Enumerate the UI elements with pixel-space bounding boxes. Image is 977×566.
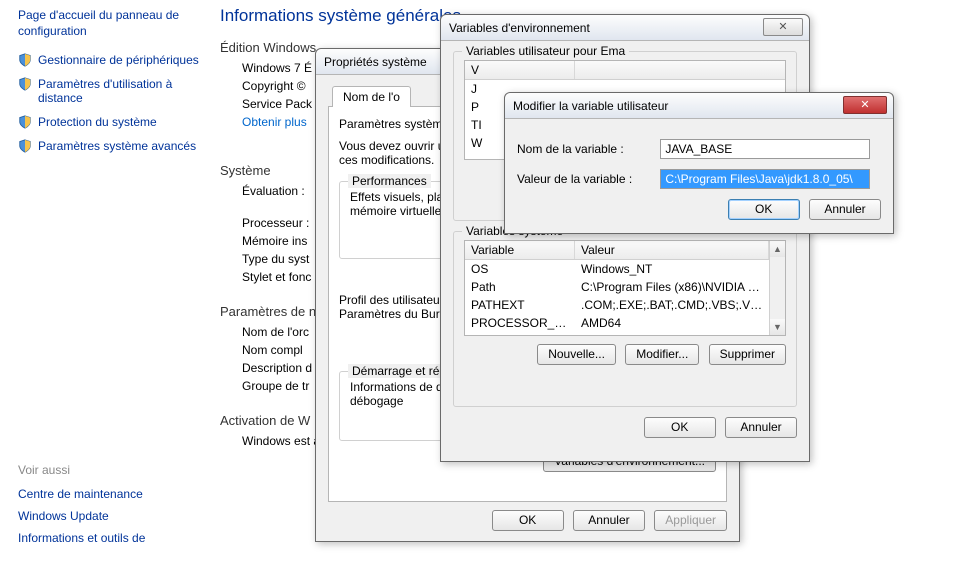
dialog-titlebar[interactable]: Variables d'environnement ✕	[441, 15, 809, 41]
var-value-label: Valeur de la variable :	[517, 172, 657, 186]
user-vars-legend: Variables utilisateur pour Ema	[462, 44, 629, 58]
delete-button[interactable]: Supprimer	[709, 344, 786, 365]
edit-button[interactable]: Modifier...	[625, 344, 699, 365]
sidebar-item-remote[interactable]: Paramètres d'utilisation à distance	[18, 77, 200, 105]
apply-button[interactable]: Appliquer	[654, 510, 727, 531]
sidebar-item-label: Protection du système	[38, 115, 157, 129]
sidebar-item-protection[interactable]: Protection du système	[18, 115, 200, 129]
seealso-maintenance[interactable]: Centre de maintenance	[18, 487, 200, 501]
scroll-up-icon[interactable]: ▲	[770, 241, 785, 257]
edit-variable-dialog: Modifier la variable utilisateur ✕ Nom d…	[504, 92, 894, 234]
ok-button[interactable]: OK	[728, 199, 800, 220]
ok-button[interactable]: OK	[492, 510, 564, 531]
env-vars-dialog: Variables d'environnement ✕ Variables ut…	[440, 14, 810, 462]
shield-icon	[18, 77, 32, 91]
dialog-title: Variables d'environnement	[449, 21, 590, 35]
sidebar-item-label: Gestionnaire de périphériques	[38, 53, 199, 67]
col-header-variable[interactable]: Variable	[465, 241, 575, 259]
close-icon[interactable]: ✕	[763, 18, 803, 36]
sidebar-item-label: Paramètres d'utilisation à distance	[38, 77, 200, 105]
table-row[interactable]: PathC:\Program Files (x86)\NVIDIA Corpor…	[465, 278, 769, 296]
col-header-value[interactable]: Valeur	[575, 241, 769, 259]
scrollbar[interactable]: ▲ ▼	[769, 241, 785, 335]
ok-button[interactable]: OK	[644, 417, 716, 438]
var-value-input[interactable]	[660, 169, 870, 189]
cancel-button[interactable]: Annuler	[809, 199, 881, 220]
tab-computer-name[interactable]: Nom de l'o	[332, 86, 411, 107]
dialog-title: Propriétés système	[324, 55, 427, 69]
dialog-title: Modifier la variable utilisateur	[513, 99, 668, 113]
seealso-tools[interactable]: Informations et outils de	[18, 531, 200, 545]
sidebar-item-device-manager[interactable]: Gestionnaire de périphériques	[18, 53, 200, 67]
control-panel-home-link[interactable]: Page d'accueil du panneau de configurati…	[18, 8, 200, 39]
control-panel-sidebar: Page d'accueil du panneau de configurati…	[0, 0, 210, 566]
shield-icon	[18, 139, 32, 153]
scroll-down-icon[interactable]: ▼	[770, 319, 785, 335]
dialog-titlebar[interactable]: Modifier la variable utilisateur ✕	[505, 93, 893, 119]
close-icon[interactable]: ✕	[843, 96, 887, 114]
table-row[interactable]: PROCESSOR_A...AMD64	[465, 314, 769, 332]
col-header-variable[interactable]: V	[465, 61, 575, 79]
see-also-heading: Voir aussi	[18, 463, 200, 477]
performance-group-legend: Performances	[348, 174, 431, 188]
system-vars-listview[interactable]: Variable Valeur OSWindows_NT PathC:\Prog…	[464, 240, 786, 336]
var-name-input[interactable]	[660, 139, 870, 159]
shield-icon	[18, 53, 32, 67]
cancel-button[interactable]: Annuler	[573, 510, 645, 531]
table-row[interactable]: OSWindows_NT	[465, 260, 769, 278]
sidebar-item-advanced[interactable]: Paramètres système avancés	[18, 139, 200, 153]
seealso-windows-update[interactable]: Windows Update	[18, 509, 200, 523]
new-button[interactable]: Nouvelle...	[537, 344, 616, 365]
cancel-button[interactable]: Annuler	[725, 417, 797, 438]
sidebar-item-label: Paramètres système avancés	[38, 139, 196, 153]
var-name-label: Nom de la variable :	[517, 142, 657, 156]
shield-icon	[18, 115, 32, 129]
table-row[interactable]: PATHEXT.COM;.EXE;.BAT;.CMD;.VBS;.VBE;.JS…	[465, 296, 769, 314]
